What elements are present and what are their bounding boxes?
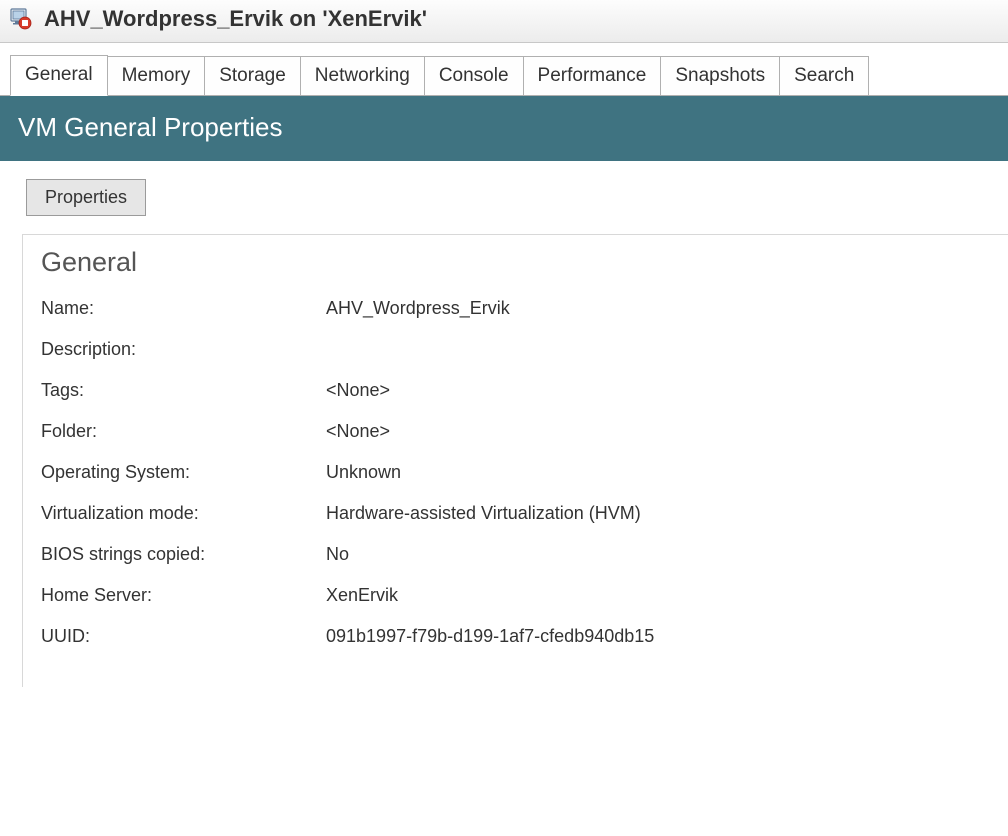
tab-strip: General Memory Storage Networking Consol… xyxy=(0,43,1008,96)
prop-row-tags: Tags: <None> xyxy=(41,380,1008,401)
tab-performance[interactable]: Performance xyxy=(523,56,662,95)
prop-row-homeserver: Home Server: XenErvik xyxy=(41,585,1008,606)
label-name: Name: xyxy=(41,298,326,319)
label-tags: Tags: xyxy=(41,380,326,401)
value-bios: No xyxy=(326,544,1008,565)
value-os: Unknown xyxy=(326,462,1008,483)
value-folder: <None> xyxy=(326,421,1008,442)
label-description: Description: xyxy=(41,339,326,360)
prop-row-description: Description: xyxy=(41,339,1008,360)
prop-row-uuid: UUID: 091b1997-f79b-d199-1af7-cfedb940db… xyxy=(41,626,1008,647)
general-panel: General Name: AHV_Wordpress_Ervik Descri… xyxy=(22,234,1008,687)
properties-button[interactable]: Properties xyxy=(26,179,146,216)
tab-search[interactable]: Search xyxy=(779,56,869,95)
value-tags: <None> xyxy=(326,380,1008,401)
label-virtmode: Virtualization mode: xyxy=(41,503,326,524)
prop-row-folder: Folder: <None> xyxy=(41,421,1008,442)
prop-row-os: Operating System: Unknown xyxy=(41,462,1008,483)
section-heading: VM General Properties xyxy=(0,96,1008,161)
label-bios: BIOS strings copied: xyxy=(41,544,326,565)
tab-snapshots[interactable]: Snapshots xyxy=(660,56,780,95)
vm-stopped-icon xyxy=(10,8,32,30)
prop-row-bios: BIOS strings copied: No xyxy=(41,544,1008,565)
title-bar: AHV_Wordpress_Ervik on 'XenErvik' xyxy=(0,0,1008,43)
label-folder: Folder: xyxy=(41,421,326,442)
tab-storage[interactable]: Storage xyxy=(204,56,301,95)
label-os: Operating System: xyxy=(41,462,326,483)
label-homeserver: Home Server: xyxy=(41,585,326,606)
tab-networking[interactable]: Networking xyxy=(300,56,425,95)
value-uuid: 091b1997-f79b-d199-1af7-cfedb940db15 xyxy=(326,626,1008,647)
value-homeserver: XenErvik xyxy=(326,585,1008,606)
tab-memory[interactable]: Memory xyxy=(107,56,206,95)
group-heading-general: General xyxy=(41,247,1008,278)
value-name: AHV_Wordpress_Ervik xyxy=(326,298,1008,319)
prop-row-name: Name: AHV_Wordpress_Ervik xyxy=(41,298,1008,319)
window-title: AHV_Wordpress_Ervik on 'XenErvik' xyxy=(44,6,427,32)
tab-console[interactable]: Console xyxy=(424,56,524,95)
prop-row-virtmode: Virtualization mode: Hardware-assisted V… xyxy=(41,503,1008,524)
label-uuid: UUID: xyxy=(41,626,326,647)
value-virtmode: Hardware-assisted Virtualization (HVM) xyxy=(326,503,1008,524)
tab-general[interactable]: General xyxy=(10,55,108,96)
